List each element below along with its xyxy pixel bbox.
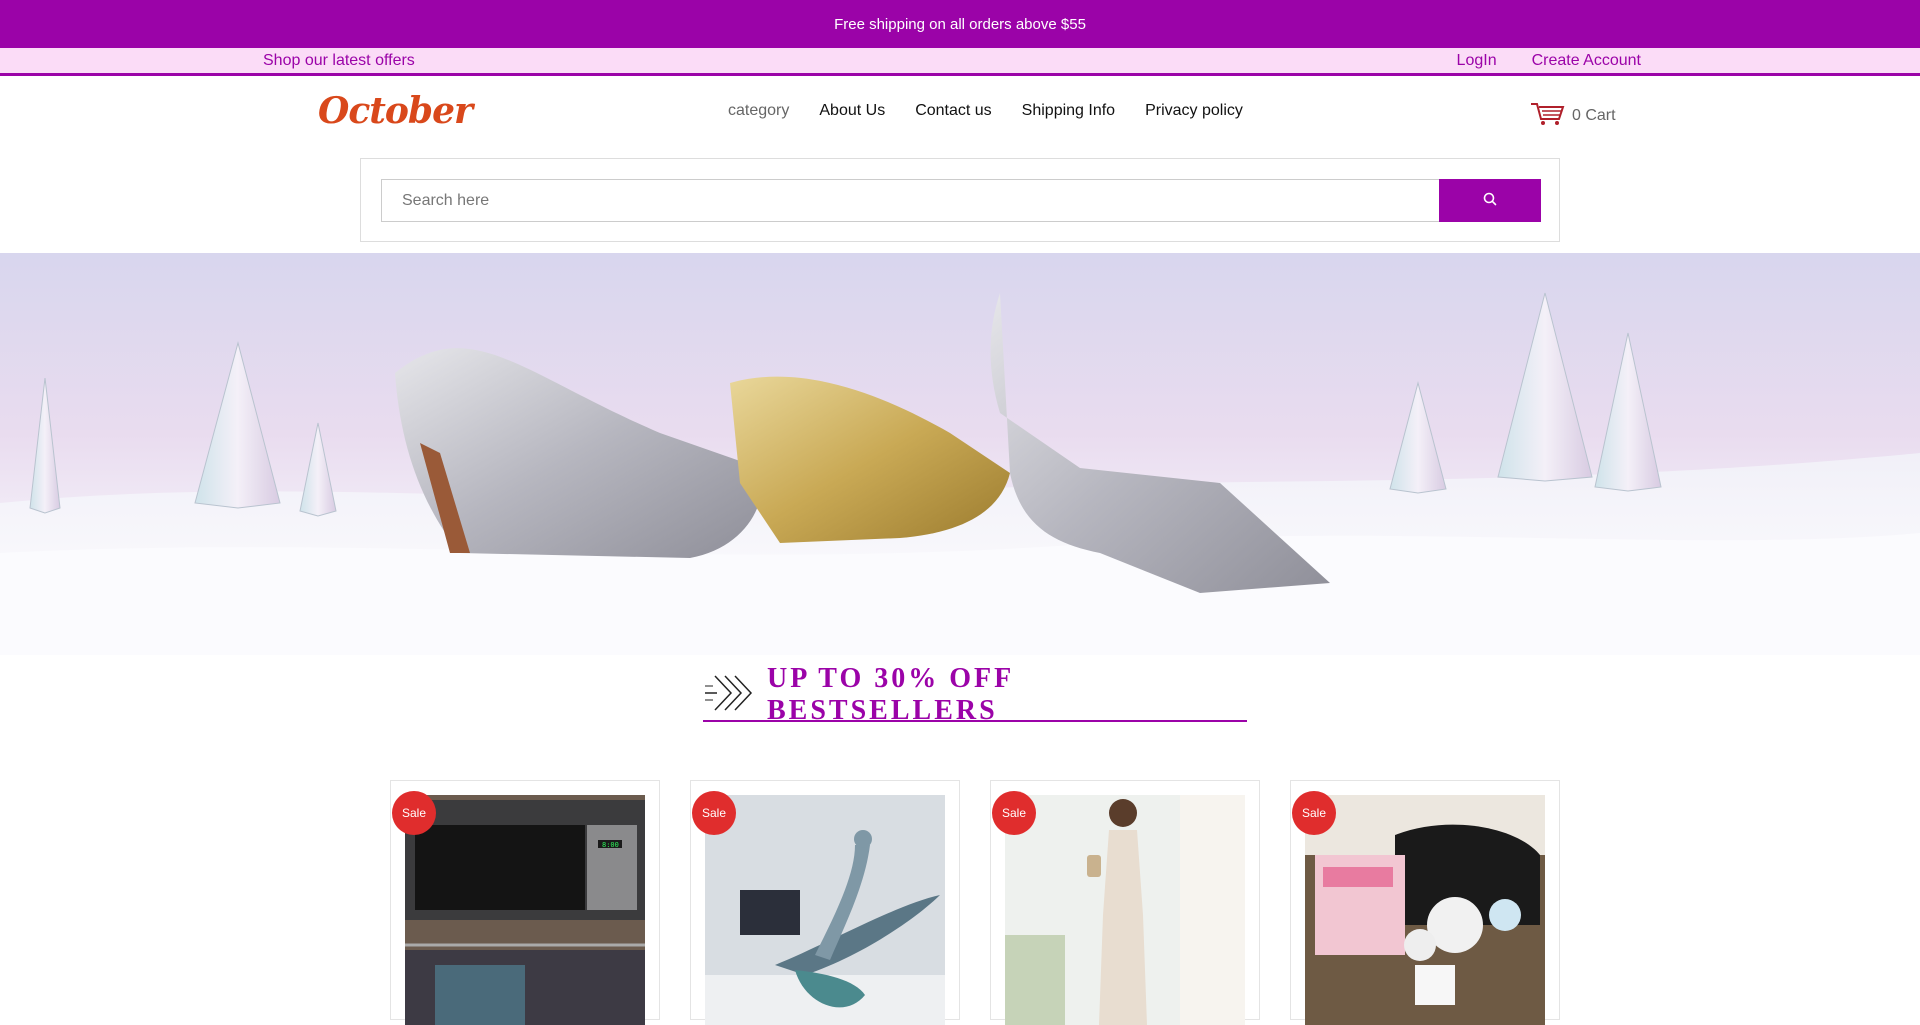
- account-bar: Shop our latest offers LogIn Create Acco…: [0, 48, 1920, 76]
- search-input[interactable]: [381, 179, 1439, 222]
- nav-item-shipping-info[interactable]: Shipping Info: [1022, 102, 1115, 120]
- product-card[interactable]: Sale: [1290, 780, 1560, 1025]
- cart-button[interactable]: 0 Cart: [1530, 100, 1616, 131]
- search-icon: [1482, 191, 1498, 210]
- sale-badge: Sale: [392, 791, 436, 835]
- product-image-breast-pump[interactable]: [1305, 795, 1545, 1025]
- account-links: LogIn Create Account: [1457, 52, 1641, 70]
- brand-logo[interactable]: October: [318, 90, 473, 132]
- search-box: [360, 158, 1560, 242]
- sale-badge: Sale: [1292, 791, 1336, 835]
- sale-badge: Sale: [692, 791, 736, 835]
- announcement-text: Free shipping on all orders above $55: [834, 15, 1086, 33]
- main-nav: category About Us Contact us Shipping In…: [728, 102, 1243, 120]
- nav-item-contact-us[interactable]: Contact us: [915, 102, 991, 120]
- promo-title: UP TO 30% OFF BESTSELLERS: [767, 663, 1014, 726]
- product-image-microwave[interactable]: 8:00: [405, 795, 645, 1025]
- nav-item-category[interactable]: category: [728, 102, 789, 120]
- product-card[interactable]: Sale 8:00: [390, 780, 660, 1025]
- shop-offers-link[interactable]: Shop our latest offers: [263, 52, 415, 70]
- sale-badge: Sale: [992, 791, 1036, 835]
- announcement-bar: Free shipping on all orders above $55: [0, 0, 1920, 48]
- search-button[interactable]: [1439, 179, 1541, 222]
- login-link[interactable]: LogIn: [1457, 52, 1497, 70]
- double-chevron-right-icon: [703, 672, 763, 719]
- product-card[interactable]: Sale: [990, 780, 1260, 1025]
- nav-item-about-us[interactable]: About Us: [819, 102, 885, 120]
- hero-banner[interactable]: [0, 253, 1920, 655]
- promo-heading: UP TO 30% OFF BESTSELLERS: [703, 663, 1247, 726]
- cart-label: 0 Cart: [1572, 106, 1616, 124]
- hero-image: [0, 292, 1920, 655]
- product-grid: Sale 8:00 Sale Sale Sale: [390, 780, 1560, 1025]
- cart-icon: [1530, 100, 1566, 131]
- product-image-white-dress[interactable]: [1005, 795, 1245, 1025]
- product-card[interactable]: Sale: [690, 780, 960, 1025]
- nav-item-privacy-policy[interactable]: Privacy policy: [1145, 102, 1243, 120]
- site-header: October category About Us Contact us Shi…: [0, 76, 1920, 149]
- product-image-surfer-statue[interactable]: [705, 795, 945, 1025]
- create-account-link[interactable]: Create Account: [1532, 52, 1641, 70]
- svg-text:8:00: 8:00: [602, 841, 619, 849]
